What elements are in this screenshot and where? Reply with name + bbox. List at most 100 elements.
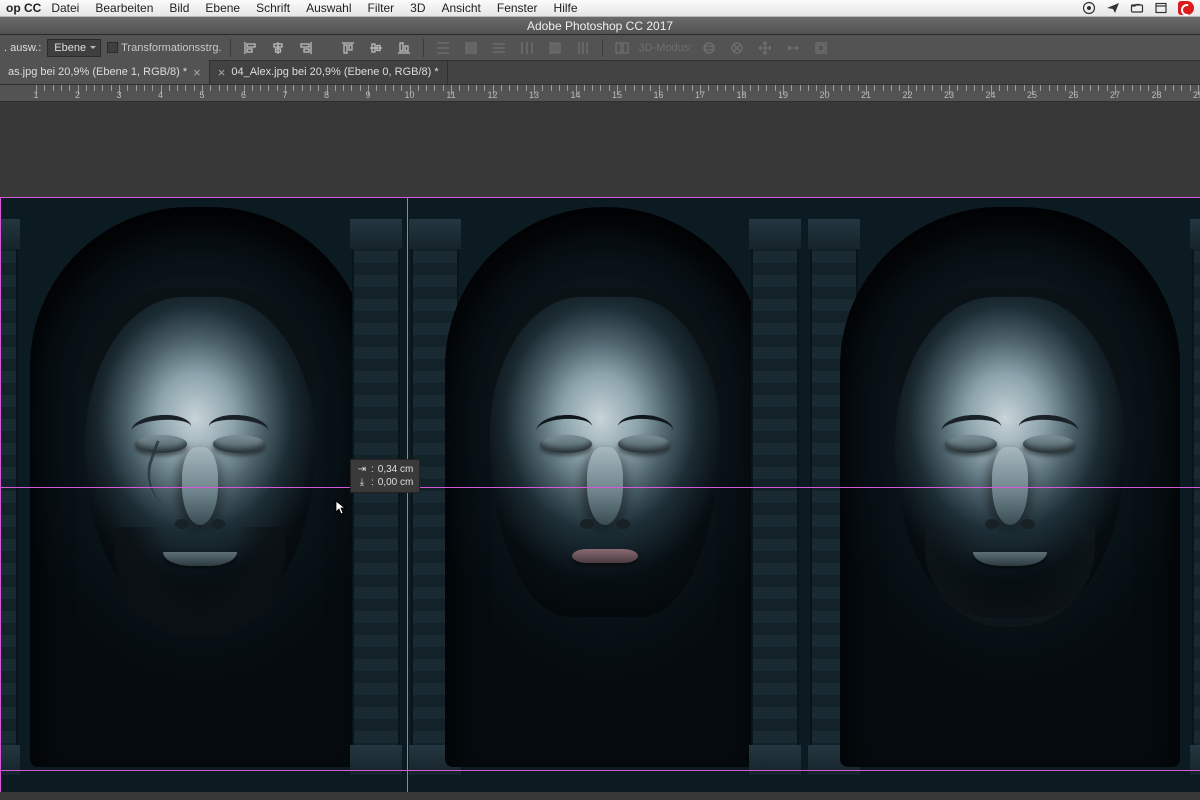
distribute-left-icon[interactable] [516, 37, 538, 59]
sync-icon[interactable] [1082, 1, 1096, 15]
3d-orbit-icon[interactable] [698, 37, 720, 59]
options-bar: . ausw.: Ebene Transformationsstrg. 3D-M… [0, 35, 1200, 61]
auto-select-label: . ausw.: [4, 42, 41, 54]
separator [230, 39, 231, 57]
ruler-number: 29 [1193, 90, 1200, 100]
ruler-number: 16 [653, 90, 663, 100]
measure-v-label: : [371, 476, 374, 489]
document-tab[interactable]: as.jpg bei 20,9% (Ebene 1, RGB/8) * × [0, 60, 210, 84]
stone-pillar [0, 227, 18, 767]
arrow-right-icon: ⇥ [357, 463, 367, 476]
distribute-hcenter-icon[interactable] [544, 37, 566, 59]
creative-cloud-icon[interactable] [1178, 1, 1194, 15]
ruler-number: 13 [529, 90, 539, 100]
auto-align-icon[interactable] [611, 37, 633, 59]
menu-bearbeiten[interactable]: Bearbeiten [95, 1, 153, 15]
align-bottom-edges-icon[interactable] [393, 37, 415, 59]
transform-controls-checkbox[interactable]: Transformationsstrg. [107, 42, 221, 54]
ruler-number: 24 [985, 90, 995, 100]
ruler-number: 19 [778, 90, 788, 100]
menu-fenster[interactable]: Fenster [497, 1, 538, 15]
transform-controls-label: Transformationsstrg. [121, 42, 221, 54]
3d-slide-icon[interactable] [782, 37, 804, 59]
mac-status-area [1082, 1, 1194, 15]
document-tab[interactable]: × 04_Alex.jpg bei 20,9% (Ebene 0, RGB/8)… [210, 60, 448, 84]
app-name: op CC [6, 1, 41, 15]
guide-vertical[interactable] [0, 197, 1, 792]
ruler-number: 17 [695, 90, 705, 100]
guide-horizontal[interactable] [0, 770, 1200, 771]
face-niche-3 [800, 197, 1200, 792]
stone-pillar [751, 227, 799, 767]
ruler-number: 14 [570, 90, 580, 100]
separator [602, 39, 603, 57]
measure-h-label: : [371, 463, 374, 476]
move-cursor-icon [335, 500, 347, 516]
menu-3d[interactable]: 3D [410, 1, 425, 15]
align-horizontal-centers-icon[interactable] [267, 37, 289, 59]
ruler-number: 3 [116, 90, 121, 100]
ruler-number: 2 [75, 90, 80, 100]
tab-label: 04_Alex.jpg bei 20,9% (Ebene 0, RGB/8) * [231, 66, 438, 78]
horizontal-ruler[interactable]: 1234567891011121314151617181920212223242… [0, 85, 1200, 102]
close-icon[interactable]: × [193, 65, 201, 80]
ruler-number: 12 [487, 90, 497, 100]
menu-bild[interactable]: Bild [169, 1, 189, 15]
distribute-right-icon[interactable] [572, 37, 594, 59]
ruler-number: 11 [446, 90, 455, 100]
ruler-number: 5 [199, 90, 204, 100]
align-right-edges-icon[interactable] [295, 37, 317, 59]
ruler-number: 18 [736, 90, 746, 100]
3d-pan-icon[interactable] [754, 37, 776, 59]
guide-horizontal[interactable] [0, 487, 1200, 488]
ruler-number: 15 [612, 90, 622, 100]
menu-auswahl[interactable]: Auswahl [306, 1, 351, 15]
auto-select-dropdown[interactable]: Ebene [47, 39, 101, 57]
ruler-number: 6 [241, 90, 246, 100]
menu-datei[interactable]: Datei [51, 1, 79, 15]
distribute-vcenter-icon[interactable] [460, 37, 482, 59]
tab-label: as.jpg bei 20,9% (Ebene 1, RGB/8) * [8, 66, 187, 78]
measurement-tooltip: ⇥: 0,34 cm ⤓: 0,00 cm [350, 459, 420, 493]
3d-scale-icon[interactable] [810, 37, 832, 59]
measure-h-value: 0,34 cm [378, 463, 414, 476]
menu-schrift[interactable]: Schrift [256, 1, 290, 15]
face-niche-1 [0, 197, 410, 792]
paperplane-icon[interactable] [1106, 1, 1120, 15]
document-image[interactable] [0, 197, 1200, 792]
3d-mode-label: 3D-Modus: [639, 42, 693, 54]
menu-ansicht[interactable]: Ansicht [442, 1, 481, 15]
menu-hilfe[interactable]: Hilfe [554, 1, 578, 15]
menu-filter[interactable]: Filter [367, 1, 394, 15]
guide-horizontal[interactable] [0, 197, 1200, 198]
close-icon[interactable]: × [218, 65, 226, 80]
distribute-top-icon[interactable] [432, 37, 454, 59]
distribute-bottom-icon[interactable] [488, 37, 510, 59]
stone-pillar [352, 227, 400, 767]
ruler-number: 28 [1151, 90, 1161, 100]
menu-ebene[interactable]: Ebene [205, 1, 240, 15]
face-male-bearded [85, 297, 315, 617]
separator [423, 39, 424, 57]
stone-pillar [1192, 227, 1200, 767]
3d-roll-icon[interactable] [726, 37, 748, 59]
folder-icon[interactable] [1130, 1, 1144, 15]
ruler-number: 22 [902, 90, 912, 100]
align-left-edges-icon[interactable] [239, 37, 261, 59]
ruler-number: 26 [1068, 90, 1078, 100]
ruler-number: 4 [158, 90, 163, 100]
ruler-number: 27 [1110, 90, 1120, 100]
face-male [895, 297, 1125, 617]
ruler-number: 20 [819, 90, 829, 100]
ruler-number: 21 [861, 90, 871, 100]
canvas-area[interactable]: ⇥: 0,34 cm ⤓: 0,00 cm [0, 102, 1200, 800]
align-top-edges-icon[interactable] [337, 37, 359, 59]
checkbox-box[interactable] [107, 42, 118, 53]
align-vertical-centers-icon[interactable] [365, 37, 387, 59]
mac-menubar: op CC Datei Bearbeiten Bild Ebene Schrif… [0, 0, 1200, 17]
guide-vertical[interactable] [407, 197, 408, 792]
window-icon[interactable] [1154, 1, 1168, 15]
ruler-number: 25 [1027, 90, 1037, 100]
ruler-number: 23 [944, 90, 954, 100]
ruler-number: 10 [404, 90, 414, 100]
